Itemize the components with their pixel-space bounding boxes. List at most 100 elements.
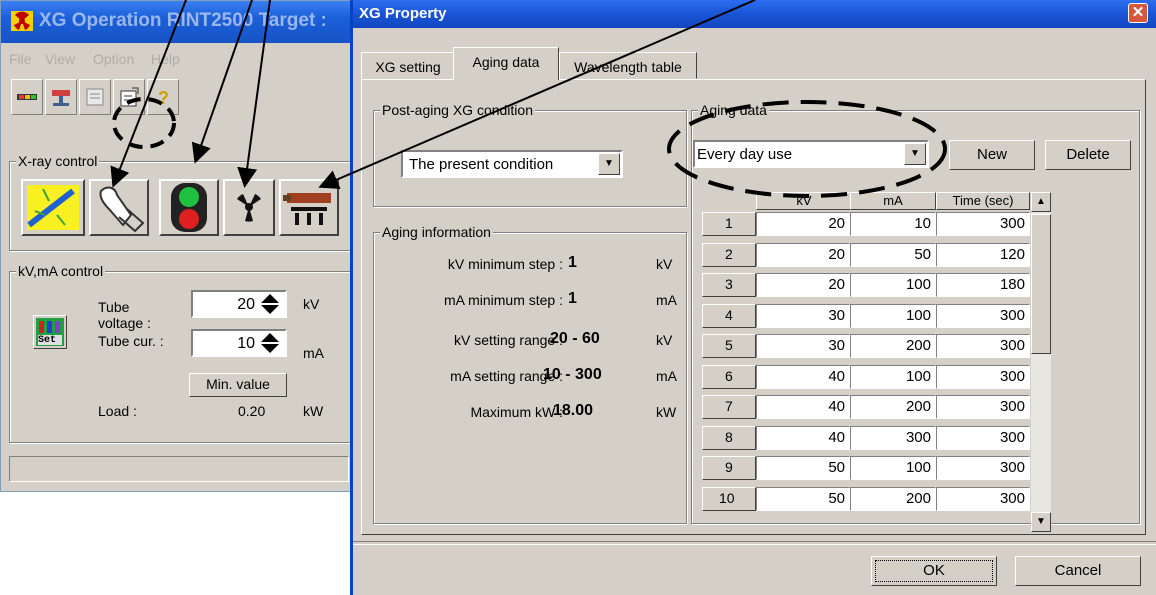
list-icon bbox=[86, 88, 104, 106]
table-cell[interactable]: 10 bbox=[850, 212, 936, 236]
column-header[interactable]: kV bbox=[756, 192, 852, 210]
property-button[interactable] bbox=[113, 79, 145, 115]
menu-option[interactable]: Option bbox=[93, 51, 134, 67]
info-row-max-kw: Maximum kW : 18.00 kW bbox=[373, 402, 683, 428]
table-cell[interactable]: 300 bbox=[936, 364, 1030, 389]
scroll-thumb[interactable] bbox=[1031, 214, 1051, 354]
chevron-down-icon[interactable]: ▼ bbox=[598, 153, 620, 175]
row-number[interactable]: 4 bbox=[702, 303, 756, 328]
chevron-down-icon[interactable]: ▼ bbox=[904, 143, 926, 165]
xray-tube-button[interactable] bbox=[279, 179, 339, 236]
table-cell[interactable]: 300 bbox=[936, 425, 1030, 450]
table-cell[interactable]: 200 bbox=[850, 395, 936, 419]
menu-help[interactable]: Help bbox=[151, 51, 180, 67]
tab-xg-setting[interactable]: XG setting bbox=[361, 52, 455, 79]
aging-data-select[interactable]: Every day use ▼ bbox=[693, 140, 929, 168]
main-titlebar[interactable]: XG Operation RINT2500 Target : bbox=[1, 1, 356, 43]
kvma-control-label: kV,mA control bbox=[16, 263, 106, 279]
list-button[interactable] bbox=[79, 79, 111, 115]
table-cell[interactable]: 300 bbox=[936, 395, 1030, 419]
info-value: 18.00 bbox=[553, 402, 594, 419]
info-unit: mA bbox=[656, 292, 677, 308]
column-header[interactable]: mA bbox=[850, 192, 936, 210]
info-key: kV setting range : bbox=[454, 332, 563, 348]
tube-voltage-spinbox[interactable]: 20 bbox=[191, 290, 287, 318]
table-cell[interactable]: 50 bbox=[756, 456, 850, 480]
hand-cleaning-button[interactable] bbox=[89, 179, 149, 236]
spin-updown-icon[interactable] bbox=[259, 332, 281, 354]
aging-info-label: Aging information bbox=[380, 224, 493, 240]
post-aging-select[interactable]: The present condition ▼ bbox=[401, 150, 623, 178]
table-cell[interactable]: 20 bbox=[756, 273, 850, 297]
sample-aging-icon bbox=[27, 185, 79, 230]
table-cell[interactable]: 300 bbox=[936, 334, 1030, 358]
table-cell[interactable]: 300 bbox=[936, 212, 1030, 236]
table-cell[interactable]: 300 bbox=[850, 425, 936, 450]
row-number[interactable]: 6 bbox=[702, 364, 756, 389]
min-value-button[interactable]: Min. value bbox=[189, 373, 287, 397]
tube-current-value: 10 bbox=[237, 335, 255, 352]
table-cell[interactable]: 100 bbox=[850, 273, 936, 297]
row-number[interactable]: 5 bbox=[702, 334, 756, 358]
network-button[interactable] bbox=[45, 79, 77, 115]
table-cell[interactable]: 300 bbox=[936, 486, 1030, 511]
table-cell[interactable]: 30 bbox=[756, 334, 850, 358]
help-button[interactable]: ? bbox=[147, 79, 179, 115]
tab-wavelength-table[interactable]: Wavelength table bbox=[559, 52, 697, 79]
tab-aging-data[interactable]: Aging data bbox=[453, 47, 559, 80]
row-number[interactable]: 8 bbox=[702, 425, 756, 450]
spin-updown-icon[interactable] bbox=[259, 293, 281, 315]
status-lamp-button[interactable] bbox=[11, 79, 43, 115]
table-cell[interactable]: 40 bbox=[756, 395, 850, 419]
table-cell[interactable]: 40 bbox=[756, 364, 850, 389]
table-cell[interactable]: 200 bbox=[850, 486, 936, 511]
menu-file[interactable]: File bbox=[9, 51, 32, 67]
info-row-kv-step: kV minimum step : 1 kV bbox=[373, 254, 683, 280]
table-cell[interactable]: 50 bbox=[756, 486, 850, 511]
scroll-up-icon[interactable]: ▲ bbox=[1031, 192, 1051, 212]
sample-aging-button[interactable] bbox=[21, 179, 85, 236]
table-cell[interactable]: 120 bbox=[936, 242, 1030, 267]
row-number[interactable]: 2 bbox=[702, 242, 756, 267]
table-cell[interactable]: 20 bbox=[756, 242, 850, 267]
info-value: 1 bbox=[568, 254, 577, 271]
column-header[interactable]: Time (sec) bbox=[936, 192, 1030, 210]
tube-voltage-unit: kV bbox=[303, 296, 320, 312]
table-cell[interactable]: 200 bbox=[850, 334, 936, 358]
table-cell[interactable]: 100 bbox=[850, 364, 936, 389]
dialog-titlebar[interactable]: XG Property ✕ bbox=[353, 0, 1156, 28]
main-menubar: File View Option Help bbox=[1, 47, 356, 69]
table-cell[interactable]: 30 bbox=[756, 303, 850, 328]
table-cell[interactable]: 50 bbox=[850, 242, 936, 267]
tube-current-unit: mA bbox=[303, 345, 324, 361]
table-cell[interactable]: 100 bbox=[850, 456, 936, 480]
table-cell[interactable]: 20 bbox=[756, 212, 850, 236]
close-button[interactable]: ✕ bbox=[1128, 3, 1148, 23]
new-button[interactable]: New bbox=[949, 140, 1035, 170]
table-cell[interactable]: 300 bbox=[936, 303, 1030, 328]
row-number[interactable]: 10 bbox=[702, 486, 756, 511]
tube-current-spinbox[interactable]: 10 bbox=[191, 329, 287, 357]
row-number[interactable]: 3 bbox=[702, 273, 756, 297]
table-cell[interactable]: 180 bbox=[936, 273, 1030, 297]
row-number[interactable]: 7 bbox=[702, 395, 756, 419]
row-number[interactable]: 9 bbox=[702, 456, 756, 480]
info-unit: kV bbox=[656, 256, 673, 272]
property-icon bbox=[120, 87, 139, 107]
scroll-down-icon[interactable]: ▼ bbox=[1031, 512, 1051, 532]
traffic-light-button[interactable] bbox=[159, 179, 219, 236]
table-scrollbar[interactable]: ▲ ▼ bbox=[1031, 192, 1051, 532]
xg-operation-window: XG Operation RINT2500 Target : File View… bbox=[0, 0, 357, 492]
table-cell[interactable]: 100 bbox=[850, 303, 936, 328]
radiation-button[interactable] bbox=[223, 179, 275, 236]
info-unit: mA bbox=[656, 368, 677, 384]
aging-data-label: Aging data bbox=[698, 102, 769, 118]
row-number[interactable]: 1 bbox=[702, 212, 756, 236]
cancel-button[interactable]: Cancel bbox=[1015, 556, 1141, 586]
table-cell[interactable]: 300 bbox=[936, 456, 1030, 480]
delete-button[interactable]: Delete bbox=[1045, 140, 1131, 170]
ok-button[interactable]: OK bbox=[871, 556, 997, 586]
menu-view[interactable]: View bbox=[45, 51, 75, 67]
table-cell[interactable]: 40 bbox=[756, 425, 850, 450]
set-button[interactable]: Set bbox=[33, 315, 67, 349]
